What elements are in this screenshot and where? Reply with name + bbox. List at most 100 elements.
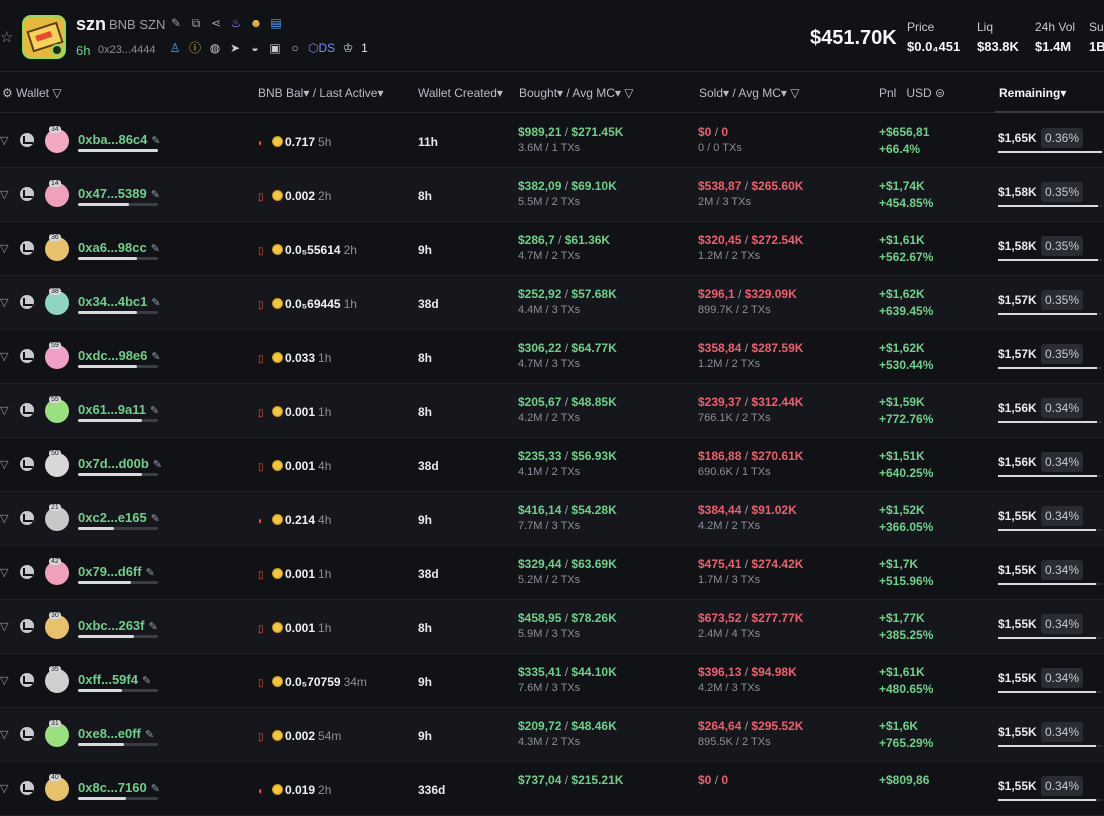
- edit-icon[interactable]: ✎: [149, 621, 158, 633]
- settings-icon[interactable]: ⚙: [2, 86, 13, 100]
- edit-icon[interactable]: ✎: [151, 513, 160, 525]
- col-sold[interactable]: Sold▾ / Avg MC▾ ▽: [699, 86, 799, 100]
- table-row[interactable]: ▽ 21 0xc2...e165 ✎ ◐ 0.214 4h 9h $416,14 / …: [0, 492, 1104, 546]
- table-row[interactable]: ▽ 42 0x79...d6ff ✎ ▯ 0.001 1h 38d $329,44 /…: [0, 546, 1104, 600]
- filter-icon[interactable]: ▽: [0, 350, 8, 363]
- sort-icon[interactable]: ▾: [377, 86, 383, 100]
- dexscreener-link[interactable]: ⬡DS: [308, 41, 335, 55]
- filter-icon[interactable]: ▽: [0, 728, 8, 741]
- wallet-chart-icon[interactable]: [20, 619, 34, 633]
- sort-icon[interactable]: ▾: [723, 86, 729, 100]
- filter-icon[interactable]: ▽: [790, 86, 799, 100]
- wallet-chart-icon[interactable]: [20, 781, 34, 795]
- currency-toggle-icon[interactable]: ⊜: [935, 86, 945, 100]
- edit-icon[interactable]: ✎: [145, 729, 154, 741]
- col-wallet-created[interactable]: Wallet Created▾: [418, 86, 503, 100]
- copy-icon[interactable]: ⧉: [189, 16, 203, 30]
- telegram-icon[interactable]: ➤: [228, 41, 242, 55]
- edit-icon[interactable]: ✎: [142, 675, 151, 687]
- table-row[interactable]: ▽ 34 0xba...86c4 ✎ ◐ 0.717 5h 11h $989,21 /…: [0, 114, 1104, 168]
- wallet-address[interactable]: 0xa6...98cc ✎: [78, 240, 160, 255]
- wallet-chart-icon[interactable]: [20, 241, 34, 255]
- wallet-chart-icon[interactable]: [20, 457, 34, 471]
- globe-icon[interactable]: ◍: [208, 41, 222, 55]
- warning-icon[interactable]: ⓘ: [188, 41, 202, 55]
- sort-icon[interactable]: ▾: [781, 86, 787, 100]
- wallet-address[interactable]: 0xba...86c4 ✎: [78, 132, 161, 147]
- filter-icon[interactable]: ▽: [0, 296, 8, 309]
- wallet-address[interactable]: 0x79...d6ff ✎: [78, 564, 155, 579]
- user-icon[interactable]: ♙: [168, 41, 182, 55]
- wallet-chart-icon[interactable]: [20, 727, 34, 741]
- wallet-address[interactable]: 0xff...59f4 ✎: [78, 672, 151, 687]
- filter-icon[interactable]: ▽: [0, 566, 8, 579]
- wallet-chart-icon[interactable]: [20, 673, 34, 687]
- sort-icon[interactable]: ▾: [303, 86, 309, 100]
- sort-icon[interactable]: ▾: [615, 86, 621, 100]
- sort-icon[interactable]: ▾: [497, 86, 503, 100]
- chat-icon[interactable]: ▤: [269, 16, 283, 30]
- filter-icon[interactable]: ▽: [0, 134, 8, 147]
- wallet-address[interactable]: 0xe8...e0ff ✎: [78, 726, 154, 741]
- wallet-chart-icon[interactable]: [20, 295, 34, 309]
- edit-icon[interactable]: ✎: [169, 16, 183, 30]
- table-row[interactable]: ▽ 50 0x7d...d00b ✎ ▯ 0.001 4h 38d $235,33 /…: [0, 438, 1104, 492]
- filter-icon[interactable]: ▽: [52, 86, 61, 100]
- wallet-chart-icon[interactable]: [20, 349, 34, 363]
- wallet-chart-icon[interactable]: [20, 187, 34, 201]
- wallet-chart-icon[interactable]: [20, 403, 34, 417]
- edit-icon[interactable]: ✎: [151, 351, 160, 363]
- table-row[interactable]: ▽ 36 0xa6...98cc ✎ ▯ 0.0₅55614 2h 9h $286,7…: [0, 222, 1104, 276]
- wallet-chart-icon[interactable]: [20, 133, 34, 147]
- filter-icon[interactable]: ▽: [0, 404, 8, 417]
- wallet-chart-icon[interactable]: [20, 511, 34, 525]
- wallet-address[interactable]: 0x61...9a11 ✎: [78, 402, 159, 417]
- table-row[interactable]: ▽ 55 0x61...9a11 ✎ ▯ 0.001 1h 8h $205,67 / …: [0, 384, 1104, 438]
- table-row[interactable]: ▽ 40 0x8c...7160 ✎ ◐ 0.019 2h 336d $737,04 …: [0, 762, 1104, 816]
- star-icon[interactable]: ☆: [0, 28, 13, 46]
- sort-icon[interactable]: ▾: [1060, 86, 1066, 100]
- filter-icon[interactable]: ▽: [624, 86, 633, 100]
- table-row[interactable]: ▽ 59 0xdc...98e6 ✎ ▯ 0.033 1h 8h $306,22 / …: [0, 330, 1104, 384]
- edit-icon[interactable]: ✎: [151, 135, 160, 147]
- col-pnl[interactable]: Pnl USD ⊜: [879, 86, 945, 100]
- edit-icon[interactable]: ✎: [151, 243, 160, 255]
- search-icon[interactable]: ○: [288, 41, 302, 55]
- wallet-address[interactable]: 0x7d...d00b ✎: [78, 456, 162, 471]
- table-row[interactable]: ▽ 35 0xff...59f4 ✎ ▯ 0.0₅70759 34m 9h $335,…: [0, 654, 1104, 708]
- chart-icon[interactable]: ◒: [248, 41, 262, 55]
- wallet-address[interactable]: 0x47...5389 ✎: [78, 186, 160, 201]
- token-icon: ▯: [258, 570, 264, 581]
- share-icon[interactable]: ⋖: [209, 16, 223, 30]
- edit-icon[interactable]: ✎: [151, 189, 160, 201]
- table-row[interactable]: ▽ 38 0x34...4bc1 ✎ ▯ 0.0₅69445 1h 38d $252,…: [0, 276, 1104, 330]
- wallet-chart-icon[interactable]: [20, 565, 34, 579]
- col-bought[interactable]: Bought▾ / Avg MC▾ ▽: [519, 86, 634, 100]
- wallet-address[interactable]: 0xdc...98e6 ✎: [78, 348, 161, 363]
- wallet-address[interactable]: 0x34...4bc1 ✎: [78, 294, 161, 309]
- edit-icon[interactable]: ✎: [151, 297, 160, 309]
- table-row[interactable]: ▽ 31 0xe8...e0ff ✎ ▯ 0.002 54m 9h $209,72 /…: [0, 708, 1104, 762]
- token-address[interactable]: 0x23...4444: [98, 44, 156, 56]
- sort-icon[interactable]: ▾: [557, 86, 563, 100]
- filter-icon[interactable]: ▽: [0, 674, 8, 687]
- filter-icon[interactable]: ▽: [0, 620, 8, 633]
- filter-icon[interactable]: ▽: [0, 782, 8, 795]
- filter-icon[interactable]: ▽: [0, 242, 8, 255]
- filter-icon[interactable]: ▽: [0, 512, 8, 525]
- col-bnb-bal[interactable]: BNB Bal▾ / Last Active▾: [258, 86, 383, 100]
- wallet-address[interactable]: 0xbc...263f ✎: [78, 618, 158, 633]
- edit-icon[interactable]: ✎: [146, 567, 155, 579]
- table-row[interactable]: ▽ 14 0x47...5389 ✎ ▯ 0.002 2h 8h $382,09 / …: [0, 168, 1104, 222]
- filter-icon[interactable]: ▽: [0, 188, 8, 201]
- message-icon[interactable]: ▣: [268, 41, 282, 55]
- col-wallet[interactable]: ⚙ Wallet ▽: [2, 86, 62, 100]
- wallet-address[interactable]: 0xc2...e165 ✎: [78, 510, 160, 525]
- edit-icon[interactable]: ✎: [151, 783, 160, 795]
- table-row[interactable]: ▽ 30 0xbc...263f ✎ ▯ 0.001 1h 8h $458,95 / …: [0, 600, 1104, 654]
- col-remaining[interactable]: Remaining▾: [999, 86, 1066, 100]
- edit-icon[interactable]: ✎: [150, 405, 159, 417]
- filter-icon[interactable]: ▽: [0, 458, 8, 471]
- crown-icon[interactable]: ♔: [341, 41, 355, 55]
- edit-icon[interactable]: ✎: [153, 459, 162, 471]
